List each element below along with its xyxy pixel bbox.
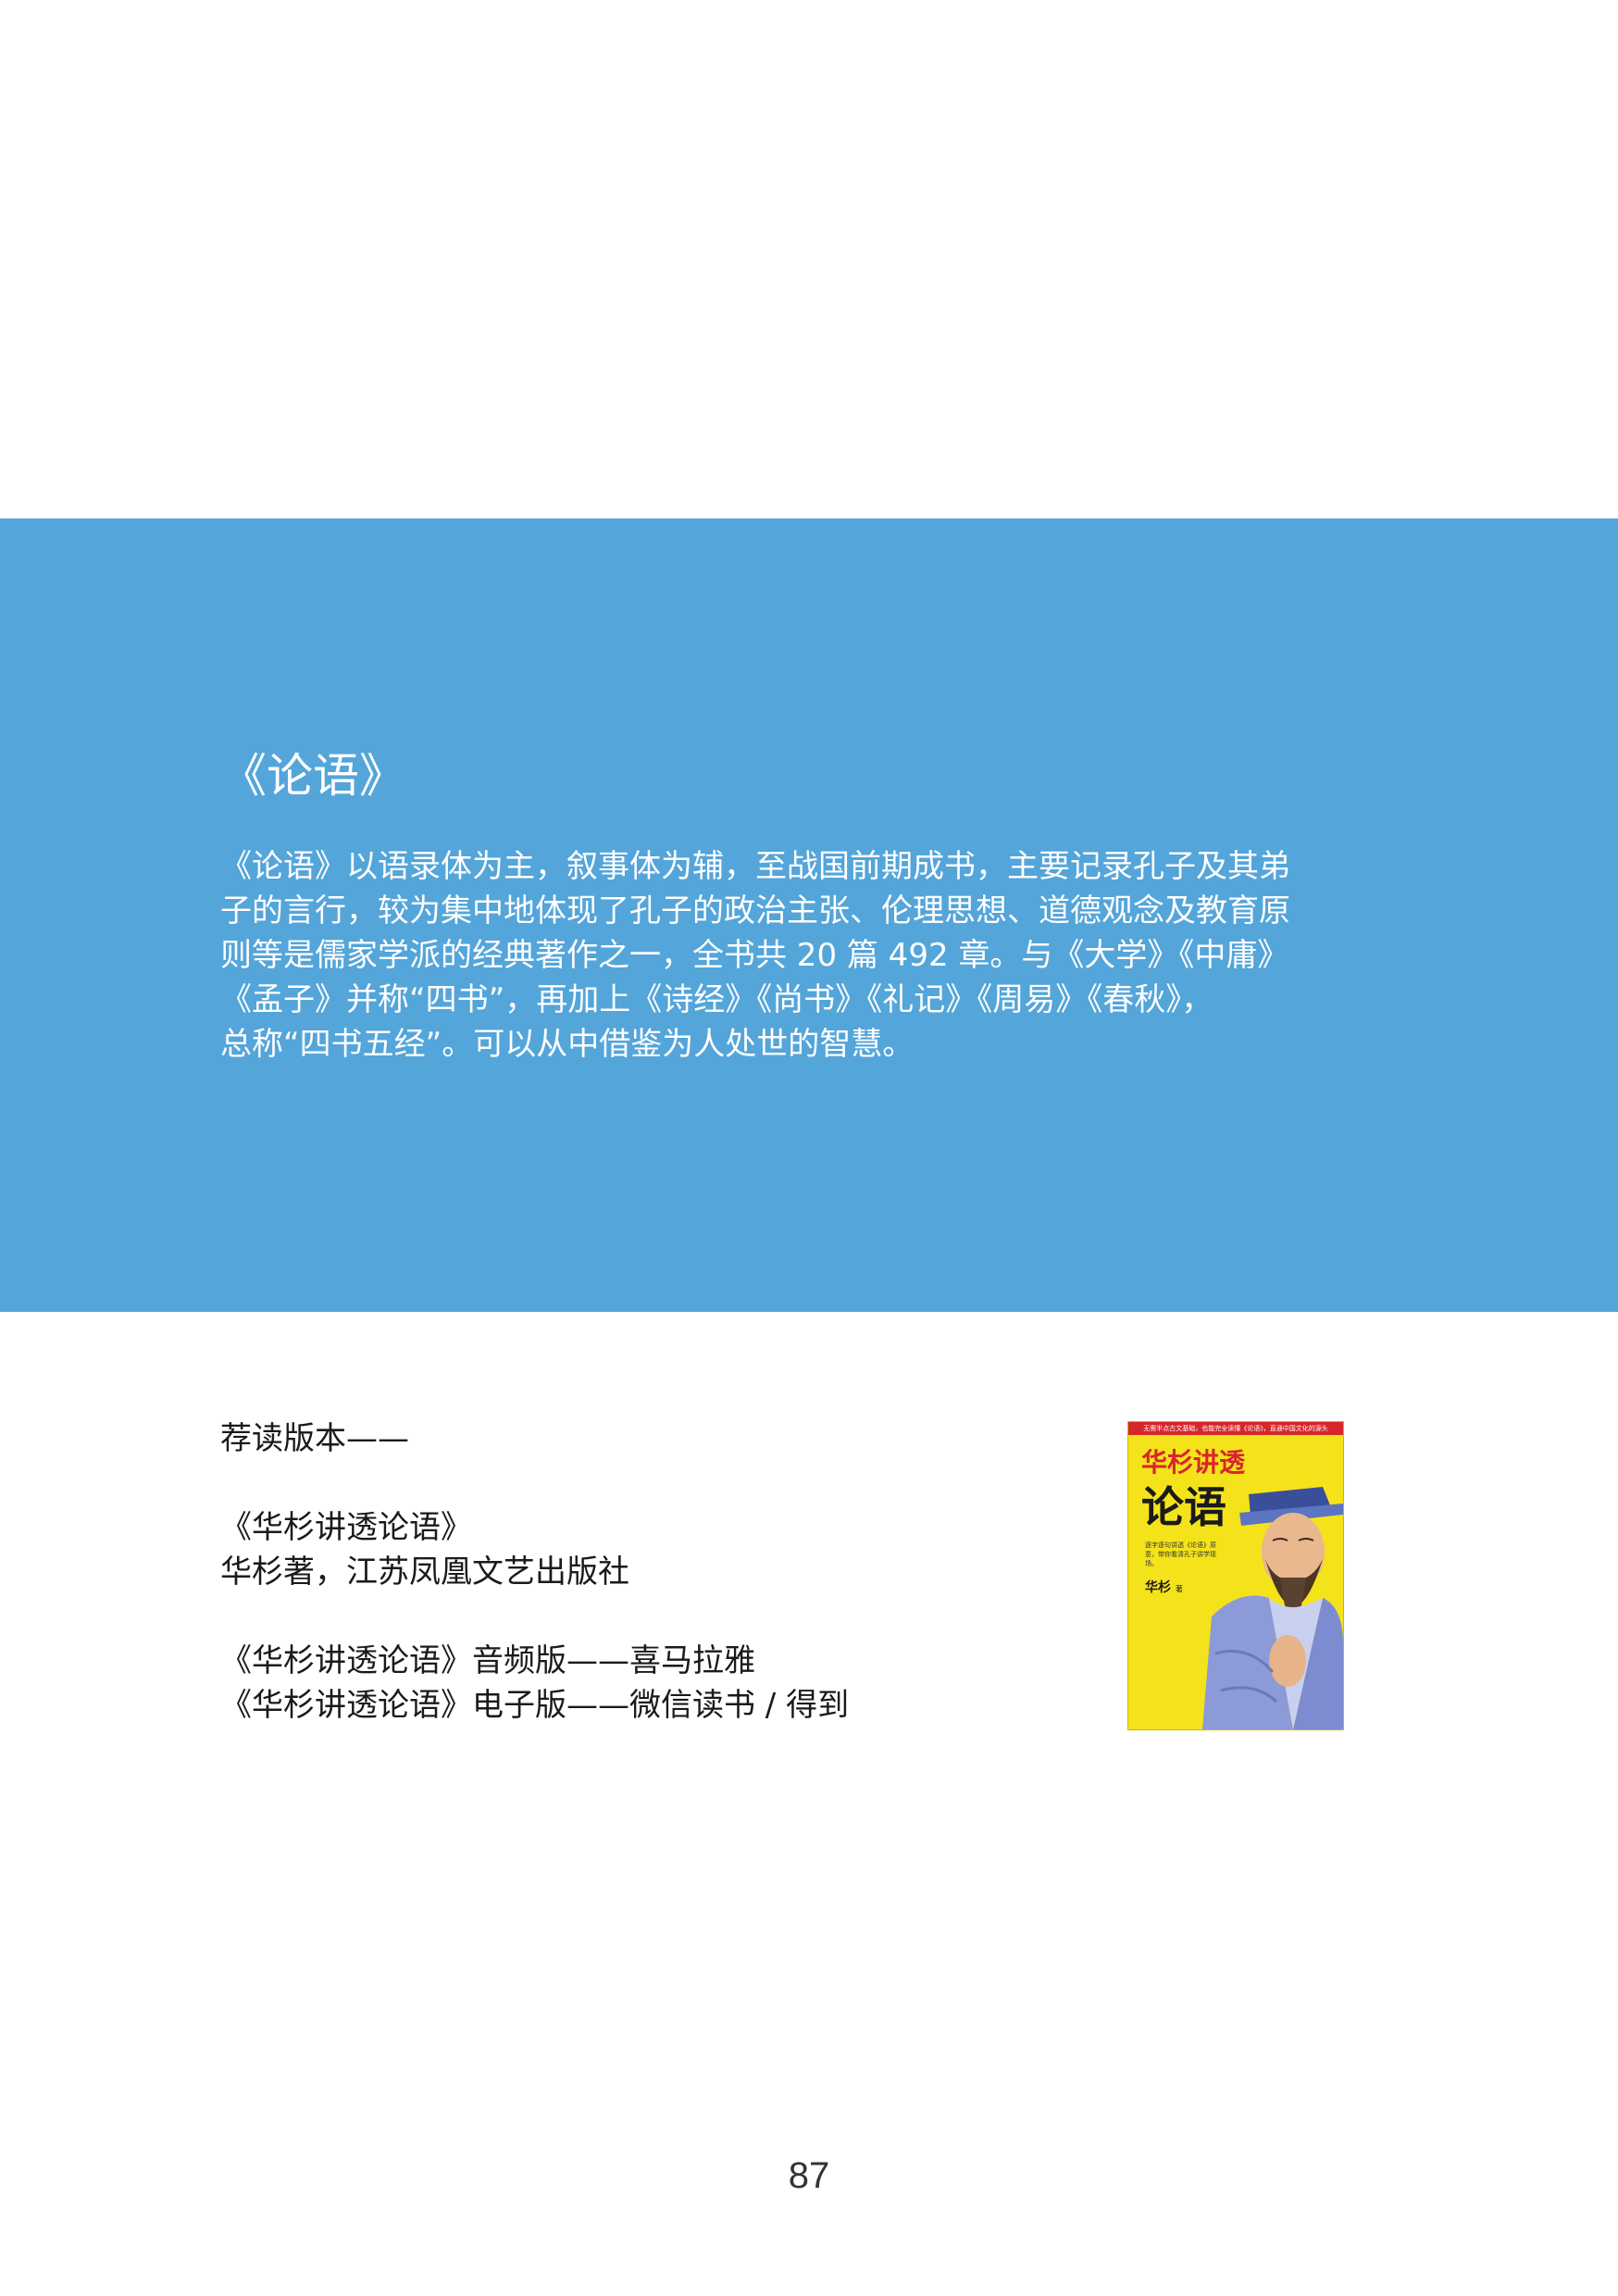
ebook-version: 《华杉讲透论语》电子版——微信读书 / 得到	[220, 1687, 850, 1724]
body-line: 则等是儒家学派的经典著作之一，全书共 20 篇 492 章。与《大学》《中庸》	[220, 937, 1289, 974]
book-author-publisher: 华杉著，江苏凤凰文艺出版社	[220, 1554, 629, 1591]
book-title: 《华杉讲透论语》	[220, 1509, 472, 1546]
cover-author: 华杉 著	[1145, 1578, 1183, 1596]
body-line: 《孟子》并称“四书”，再加上《诗经》《尚书》《礼记》《周易》《春秋》，	[220, 981, 1214, 1018]
body-line: 《论语》以语录体为主，叙事体为辅，至战国前期成书，主要记录孔子及其弟	[220, 848, 1290, 885]
section-body: 《论语》以语录体为主，叙事体为辅，至战国前期成书，主要记录孔子及其弟 子的言行，…	[220, 844, 1405, 1067]
body-line: 子的言行，较为集中地体现了孔子的政治主张、伦理思想、道德观念及教育原	[220, 892, 1290, 930]
recommended-heading: 荐读版本——	[220, 1420, 409, 1457]
cover-author-name: 华杉	[1145, 1580, 1171, 1595]
cover-blurb: 逐字逐句讲透《论语》原意，带你看清孔子讲学现场。	[1145, 1541, 1216, 1567]
audio-version: 《华杉讲透论语》音频版——喜马拉雅	[220, 1642, 755, 1679]
cover-top-strip: 无需半点古文基础，也能完全读懂《论语》，直通中国文化的源头	[1128, 1422, 1343, 1435]
recommended-editions: 荐读版本—— 《华杉讲透论语》 华杉著，江苏凤凰文艺出版社 《华杉讲透论语》音频…	[220, 1416, 849, 1728]
book-cover-image: 无需半点古文基础，也能完全读懂《论语》，直通中国文化的源头 华杉讲透 论语 逐字…	[1128, 1422, 1343, 1729]
body-line: 总称“四书五经”。可以从中借鉴为人处世的智慧。	[220, 1026, 915, 1063]
page-number: 87	[788, 2155, 830, 2196]
cover-title-line2: 论语	[1141, 1482, 1226, 1532]
section-title: 《论语》	[220, 749, 405, 803]
cover-author-suffix: 著	[1175, 1585, 1183, 1593]
